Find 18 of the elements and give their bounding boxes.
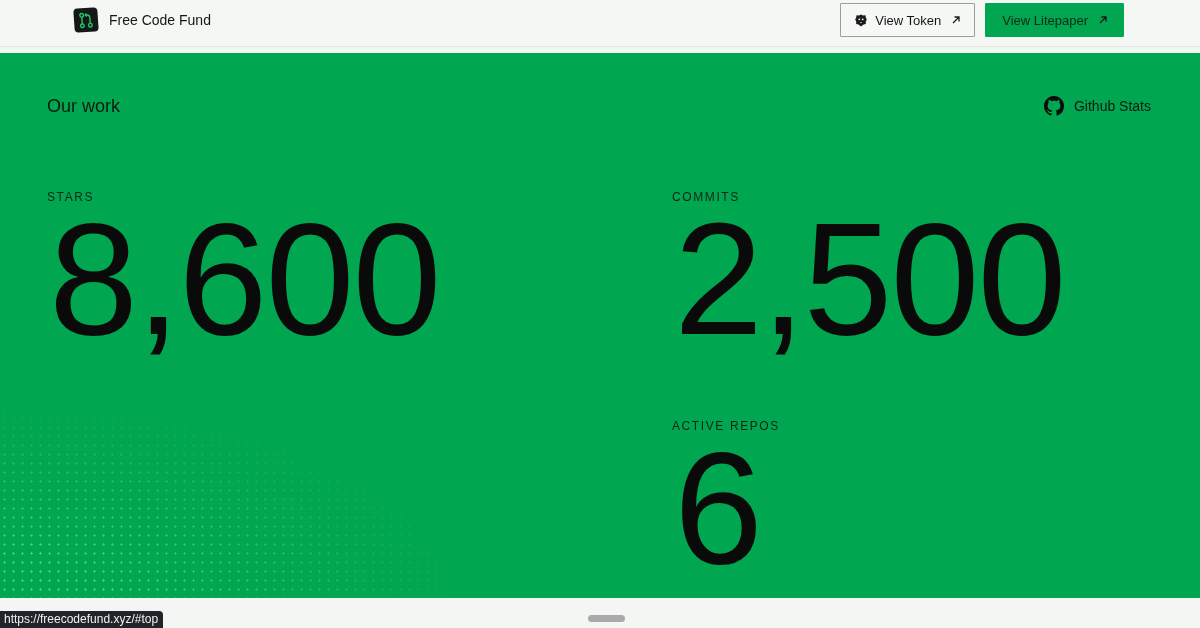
github-stats-link[interactable]: Github Stats [1043,96,1151,116]
arrow-up-right-icon [952,16,961,24]
stat-label: ACTIVE REPOS [672,419,780,433]
litepaper-button[interactable]: View Litepaper [985,3,1124,37]
stat-label: STARS [47,190,95,204]
github-icon [1043,96,1064,116]
token-button[interactable]: View Token [840,3,976,37]
section-title: Our work [47,95,120,117]
lion-head-icon [855,13,868,27]
stat-value: 6 [674,433,761,583]
brand-name[interactable]: Free Code Fund [109,12,211,28]
logo-icon[interactable] [73,7,99,33]
status-url: https://freecodefund.xyz/#top [0,611,164,628]
stat-value: 8,600 [49,204,440,354]
scroll-handle[interactable] [588,615,625,622]
stat-value: 2,500 [674,204,1065,354]
arrow-up-right-icon [1099,16,1107,24]
stat-label: COMMITS [672,190,740,204]
